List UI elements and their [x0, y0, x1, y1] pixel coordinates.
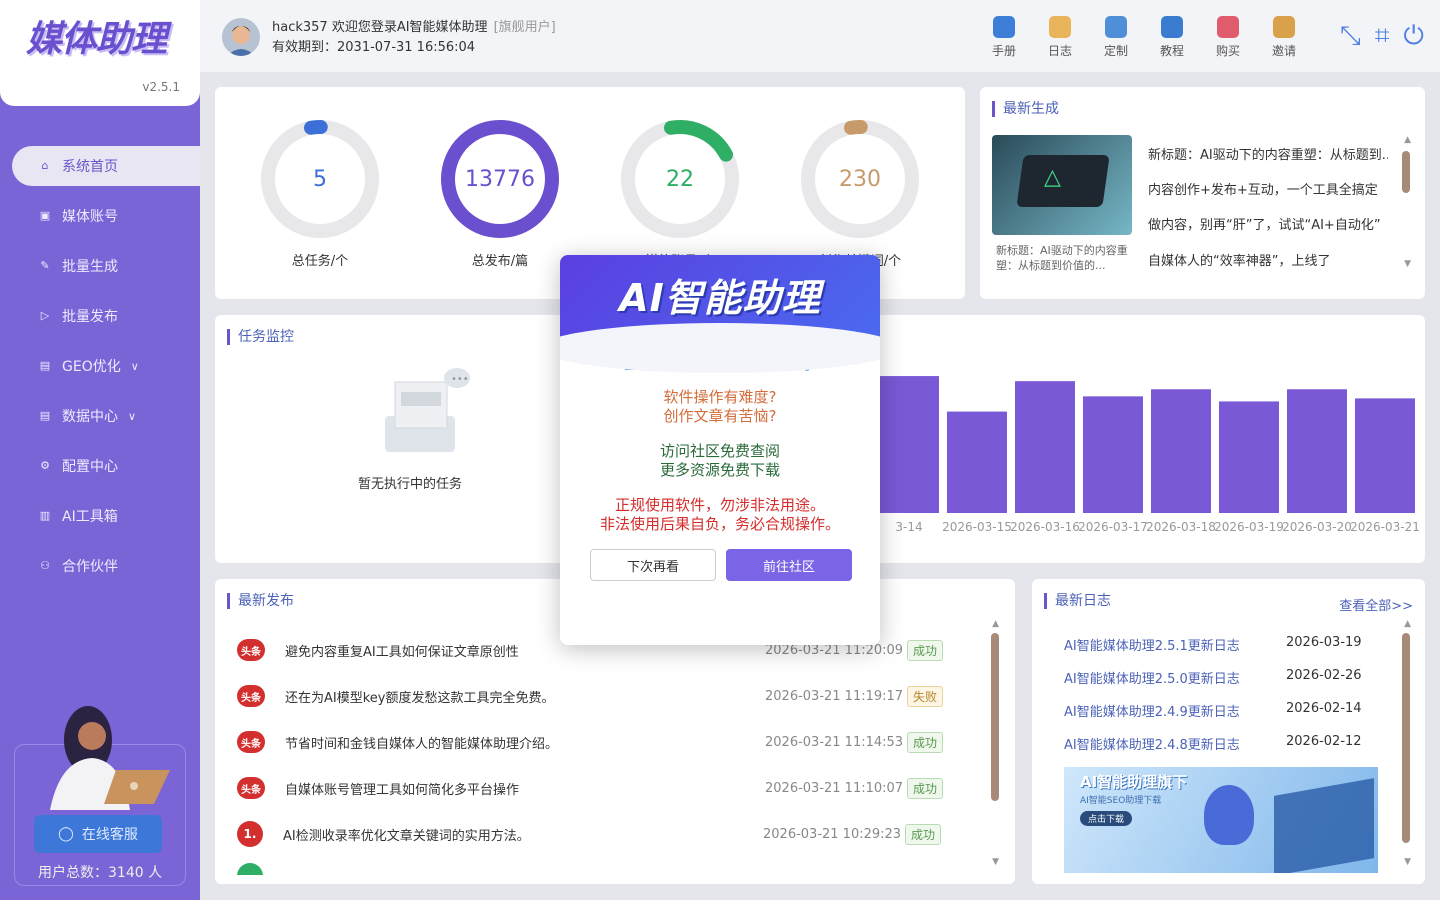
promo-dialog: AI智能助理 全自动生成+发布，解放双手 软件操作有难度? 创作文章有苦恼? 访… — [560, 255, 880, 645]
app-window: 媒体助理 v2.5.1 ⌂ 系统首页 ▣ 媒体账号 ✎ 批量生成 ▷ 批量发布 ▤ GEO… — [0, 0, 1440, 900]
dialog-line-4b: 非法使用后果自负，务必合规操作。 — [599, 515, 840, 533]
dialog-line-4a: 正规使用软件，勿涉非法用途。 — [614, 496, 825, 514]
dialog-line-2b: 创作文章有苦恼? — [663, 407, 777, 425]
dialog-buttons: 下次再看 前往社区 — [590, 549, 852, 581]
dialog-line-3a: 访问社区免费查阅 — [659, 442, 780, 460]
later-button[interactable]: 下次再看 — [590, 549, 716, 581]
dialog-line-3b: 更多资源免费下载 — [659, 461, 780, 479]
dialog-title: AI智能助理 — [619, 276, 821, 320]
go-community-button[interactable]: 前往社区 — [726, 549, 852, 581]
cloud-decoration — [560, 323, 880, 373]
dialog-header: AI智能助理 — [560, 255, 880, 373]
dialog-line-2a: 软件操作有难度? — [663, 388, 777, 406]
modal-overlay: AI智能助理 全自动生成+发布，解放双手 软件操作有难度? 创作文章有苦恼? 访… — [0, 0, 1440, 900]
